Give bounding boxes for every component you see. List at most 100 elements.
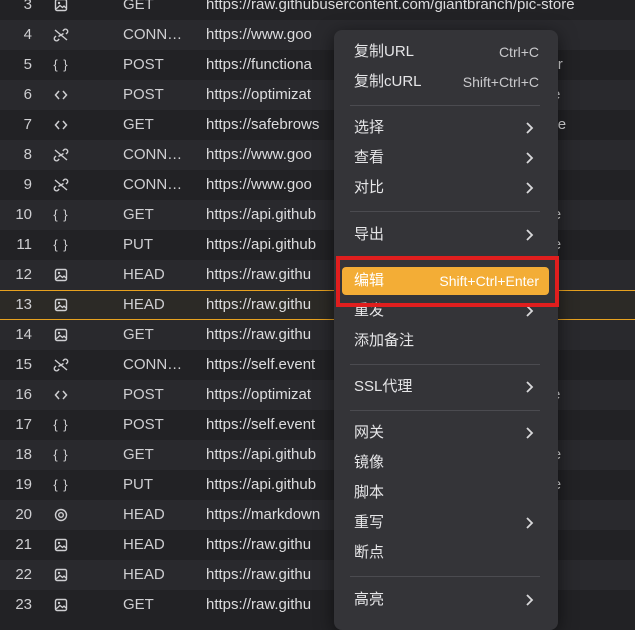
chevron-right-icon (526, 594, 534, 606)
record-icon (50, 500, 72, 530)
menu-item-gateway[interactable]: 网关 (334, 418, 558, 448)
row-number: 21 (15, 536, 32, 553)
row-number: 9 (23, 176, 32, 193)
image-icon (50, 530, 72, 560)
menu-item-label: 编辑 (354, 272, 385, 289)
row-method: HEAD (123, 296, 165, 313)
row-method: CONN… (123, 146, 183, 163)
menu-item-copy-curl[interactable]: 复制cURL Shift+Ctrl+C (334, 67, 558, 97)
menu-item-shortcut: Shift+Ctrl+C (462, 74, 539, 90)
menu-item-add-note[interactable]: 添加备注 (334, 326, 558, 356)
menu-item-shortcut: Ctrl+C (498, 44, 539, 60)
request-row[interactable]: 3 GET https://raw.githubusercontent.com/gi… (0, 0, 635, 20)
row-method: GET (123, 0, 154, 13)
menu-item-resend[interactable]: 重发 (334, 296, 558, 326)
row-method: GET (123, 596, 154, 613)
menu-item-edit[interactable]: 编辑 Shift+Ctrl+Enter (342, 267, 549, 295)
row-method: PUT (123, 236, 153, 253)
row-number: 10 (15, 206, 32, 223)
chevron-right-icon (526, 182, 534, 194)
row-method: POST (123, 416, 164, 433)
row-method: PUT (123, 476, 153, 493)
row-number: 23 (15, 596, 32, 613)
menu-item-label: 查看 (354, 149, 385, 166)
row-number: 11 (16, 236, 32, 253)
menu-separator (350, 211, 540, 212)
row-method: CONN… (123, 356, 183, 373)
menu-item-label: SSL代理 (354, 378, 413, 395)
json-braces-icon: { } (53, 237, 69, 252)
row-url: https://raw.githubusercontent.com/giantb… (206, 0, 575, 13)
image-icon (50, 260, 72, 290)
menu-item-breakpoint[interactable]: 断点 (334, 538, 558, 568)
menu-item-label: 断点 (354, 544, 385, 561)
json-braces-icon: { } (53, 57, 69, 72)
menu-separator (350, 258, 540, 259)
menu-item-select[interactable]: 选择 (334, 113, 558, 143)
row-number: 6 (23, 86, 32, 103)
row-number: 22 (15, 566, 32, 583)
menu-item-label: 重写 (354, 514, 385, 531)
menu-separator (350, 105, 540, 106)
unlink-icon (50, 350, 72, 380)
menu-item-highlight[interactable]: 高亮 (334, 585, 558, 615)
unlink-icon (50, 170, 72, 200)
menu-item-mirror[interactable]: 镜像 (334, 448, 558, 478)
row-number: 12 (15, 266, 32, 283)
menu-item-label: 对比 (354, 179, 385, 196)
row-number: 16 (15, 386, 32, 403)
menu-item-rewrite[interactable]: 重写 (334, 508, 558, 538)
row-number: 8 (23, 146, 32, 163)
menu-item-label: 脚本 (354, 484, 385, 501)
menu-separator (350, 364, 540, 365)
image-icon (50, 320, 72, 350)
menu-item-label: 高亮 (354, 591, 385, 608)
code-icon (50, 110, 72, 140)
menu-separator (350, 576, 540, 577)
menu-item-compare[interactable]: 对比 (334, 173, 558, 203)
image-icon (50, 560, 72, 590)
menu-item-copy-url[interactable]: 复制URL Ctrl+C (334, 37, 558, 67)
row-number: 18 (15, 446, 32, 463)
menu-item-script[interactable]: 脚本 (334, 478, 558, 508)
json-braces-icon: { } (53, 417, 69, 432)
menu-item-ssl-proxy[interactable]: SSL代理 (334, 372, 558, 402)
chevron-right-icon (526, 152, 534, 164)
row-method: GET (123, 326, 154, 343)
chevron-right-icon (526, 381, 534, 393)
row-method: POST (123, 86, 164, 103)
menu-item-label: 导出 (354, 226, 385, 243)
unlink-icon (50, 140, 72, 170)
chevron-right-icon (526, 305, 534, 317)
row-number: 15 (15, 356, 32, 373)
row-number: 17 (15, 416, 32, 433)
row-number: 5 (23, 56, 32, 73)
chevron-right-icon (526, 122, 534, 134)
row-method: POST (123, 386, 164, 403)
menu-item-label: 添加备注 (354, 332, 415, 349)
json-braces-icon: { } (53, 447, 69, 462)
row-number: 3 (23, 0, 32, 13)
image-icon (50, 290, 72, 320)
code-icon (50, 80, 72, 110)
menu-item-label: 重发 (354, 302, 385, 319)
menu-item-label: 选择 (354, 119, 385, 136)
menu-item-export[interactable]: 导出 (334, 220, 558, 250)
image-icon (50, 0, 72, 20)
row-number: 13 (15, 296, 32, 313)
row-number: 14 (15, 326, 32, 343)
image-icon (50, 590, 72, 620)
menu-item-view[interactable]: 查看 (334, 143, 558, 173)
code-icon (50, 380, 72, 410)
chevron-right-icon (526, 517, 534, 529)
unlink-icon (50, 20, 72, 50)
row-method: HEAD (123, 506, 165, 523)
menu-item-label: 复制URL (354, 43, 415, 60)
json-braces-icon: { } (53, 207, 69, 222)
json-braces-icon: { } (53, 477, 69, 492)
row-method: GET (123, 206, 154, 223)
row-method: CONN… (123, 26, 183, 43)
menu-item-label: 网关 (354, 424, 385, 441)
row-number: 4 (23, 26, 32, 43)
row-number: 19 (15, 476, 32, 493)
